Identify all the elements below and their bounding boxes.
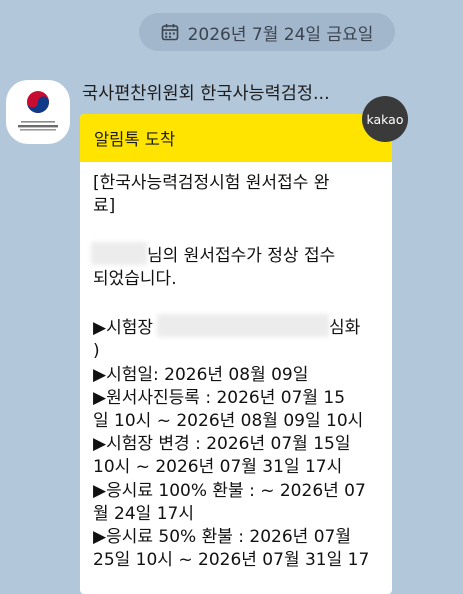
sender-name: 국사편찬위원회 한국사능력검정... xyxy=(82,84,330,104)
message-line: [한국사능력검정시험 원서접수 완 xyxy=(93,173,330,193)
kakao-badge: kakao xyxy=(362,96,408,142)
message-line-text: 심화 xyxy=(329,318,361,339)
government-emblem-icon xyxy=(18,91,58,131)
message-line: 님의 원서접수가 정상 접수 xyxy=(91,241,380,268)
date-divider-text: 2026년 7월 24일 금요일 xyxy=(187,24,374,45)
message-line: 10시 ~ 2026년 07월 31일 17시 xyxy=(93,457,343,478)
avatar[interactable] xyxy=(6,80,70,144)
message-line: ▶시험장 심화 xyxy=(93,314,380,340)
message-line: 일 10시 ~ 2026년 08월 09일 10시 xyxy=(93,411,364,431)
message-line: 료] xyxy=(93,196,116,217)
message-line: ▶시험일: 2026년 08월 09일 xyxy=(93,364,309,385)
message-line: 되었습니다. xyxy=(93,268,177,289)
message-line: ▶원서사진등록 : 2026년 07월 15 xyxy=(93,387,346,408)
date-divider: 2026년 7월 24일 금요일 xyxy=(139,13,395,51)
message-line: ▶응시료 50% 환불 : 2026년 07월 xyxy=(93,527,351,548)
message-line: 월 24일 17시 xyxy=(93,503,194,524)
message-line: ) xyxy=(93,341,100,362)
message-line: ▶시험장 변경 : 2026년 07월 15일 xyxy=(93,434,351,455)
message-line: 25일 10시 ~ 2026년 07월 31일 17 xyxy=(93,550,370,571)
redacted-name xyxy=(91,241,147,265)
message-body: [한국사능력검정시험 원서접수 완 료] 님의 원서접수가 정상 접수 되었습니… xyxy=(80,162,392,572)
message-line-text: ▶시험장 xyxy=(93,318,153,339)
message-line-text: 님의 원서접수가 정상 접수 xyxy=(147,245,336,266)
redacted-venue xyxy=(157,314,329,338)
message-header: 알림톡 도착 xyxy=(80,114,392,162)
message-line: ▶응시료 100% 환불 : ~ 2026년 07 xyxy=(93,480,366,501)
message-bubble[interactable]: 알림톡 도착 [한국사능력검정시험 원서접수 완 료] 님의 원서접수가 정상 … xyxy=(80,114,392,594)
calendar-icon xyxy=(161,24,178,41)
